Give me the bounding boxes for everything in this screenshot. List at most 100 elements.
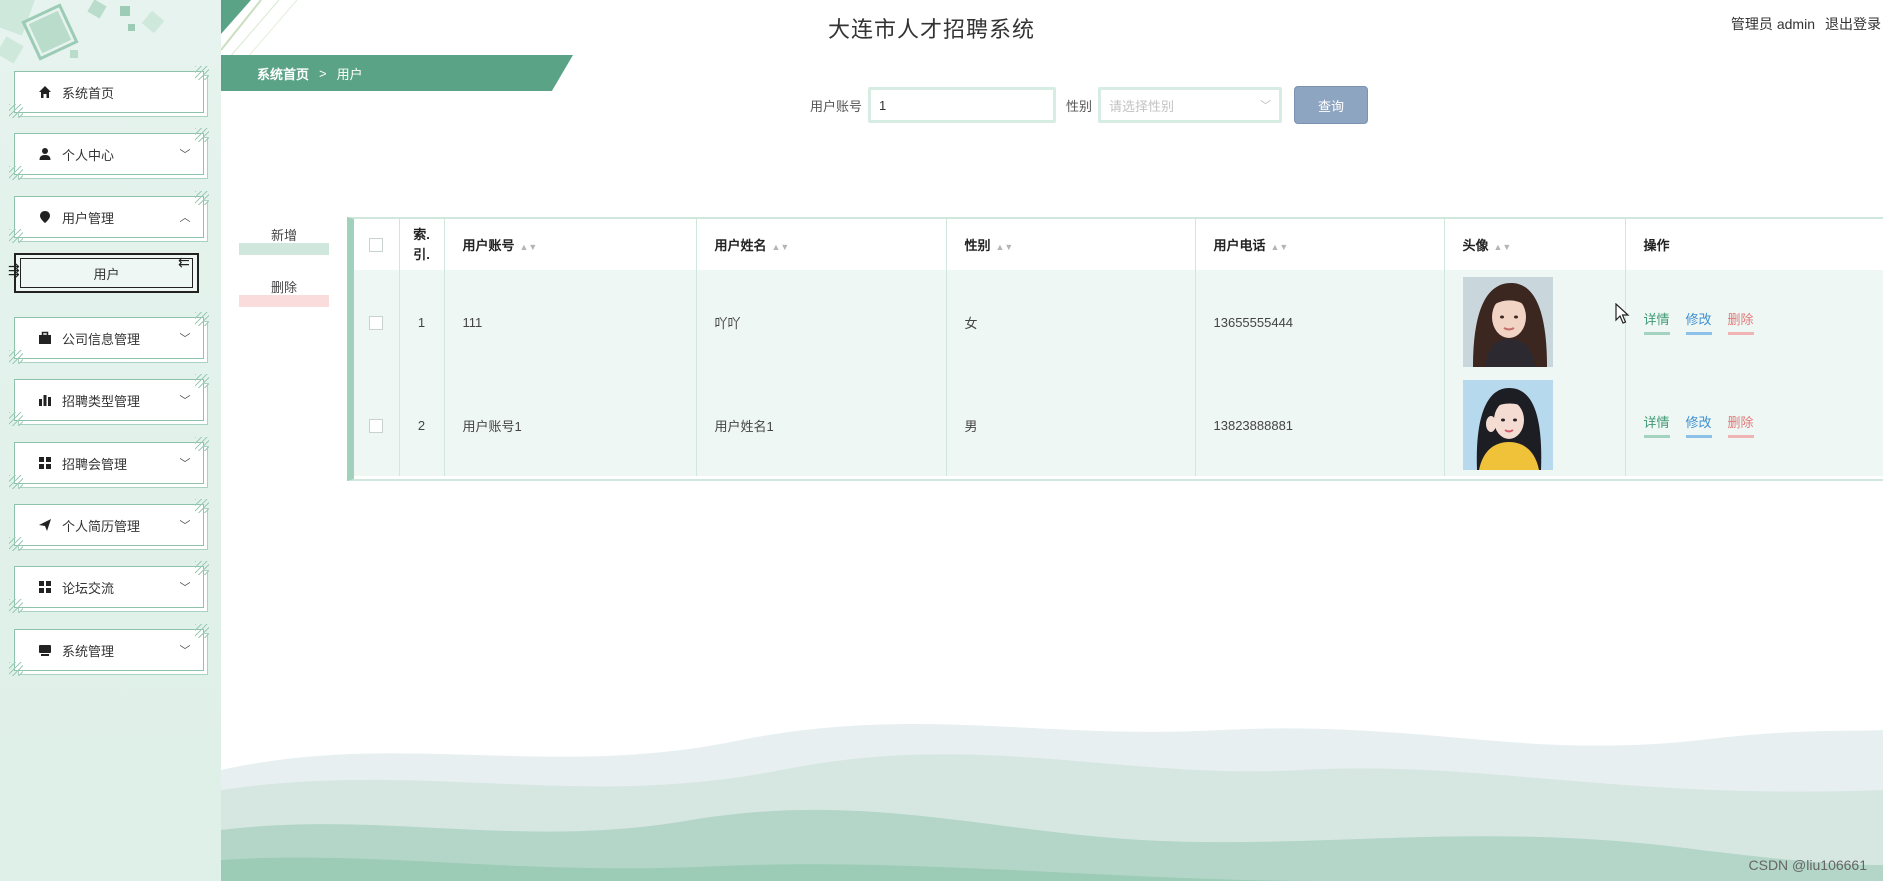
menu-corner-decor: [195, 561, 209, 575]
sidebar-item-company-info[interactable]: 公司信息管理 ﹀: [9, 312, 209, 364]
sidebar-item-label: 公司信息管理: [62, 331, 141, 347]
chevron-down-icon: ﹀: [179, 645, 191, 657]
breadcrumb-home[interactable]: 系统首页: [257, 64, 309, 83]
sort-icon[interactable]: ▲▼: [520, 242, 538, 252]
select-all-checkbox[interactable]: [369, 238, 384, 253]
monitor-icon: [37, 642, 53, 658]
header-label: 操作: [1643, 238, 1670, 253]
sidebar-item-user-management[interactable]: 用户管理 ︿: [9, 191, 209, 243]
sort-icon[interactable]: ▲▼: [996, 242, 1014, 252]
chevron-down-icon: ﹀: [179, 520, 191, 532]
row-select-cell: [354, 374, 400, 476]
delete-button-bar: [239, 295, 329, 307]
sidebar-item-personal-center[interactable]: 个人中心 ﹀: [9, 128, 209, 180]
index-header: 索. 引.: [399, 219, 445, 270]
sidebar-item-label: 招聘会管理: [62, 456, 128, 472]
sidebar-item-system-management[interactable]: 系统管理 ﹀: [9, 624, 209, 676]
sidebar-item-recruit-type[interactable]: 招聘类型管理 ﹀: [9, 374, 209, 426]
index-cell: 2: [399, 374, 445, 476]
row-select-cell: [354, 270, 400, 374]
user-role: 管理员: [1730, 16, 1773, 32]
decorative-squares: [0, 0, 165, 64]
edit-button[interactable]: 修改: [1685, 309, 1712, 335]
arrow-decor-icon: ⇇: [178, 254, 190, 270]
phone-cell: 13655555444: [1195, 270, 1445, 374]
search-bar: 用户账号 性别 请选择性别 ﹀ 查询: [810, 86, 1369, 124]
chevron-down-icon: ﹀: [1260, 100, 1272, 112]
sidebar-item-label: 系统首页: [62, 85, 115, 101]
sidebar-item-label: 系统管理: [62, 643, 115, 659]
grid-icon: [37, 455, 53, 471]
edit-button[interactable]: 修改: [1685, 412, 1712, 438]
menu-corner-decor: [195, 624, 209, 638]
menu-corner-decor: [9, 537, 23, 551]
app-title-text: 大连市人才招聘系统: [827, 17, 1035, 42]
add-button[interactable]: 新增: [239, 225, 329, 255]
header-label: 用户电话: [1213, 238, 1266, 253]
phone-cell: 13823888881: [1195, 374, 1445, 476]
sidebar-item-job-fair[interactable]: 招聘会管理 ﹀: [9, 437, 209, 489]
sort-icon[interactable]: ▲▼: [1494, 242, 1512, 252]
delete-row-button[interactable]: 删除: [1727, 309, 1754, 335]
menu-corner-decor: [195, 66, 209, 80]
ops-cell: 详情 修改 删除: [1625, 374, 1883, 476]
add-button-label: 新增: [270, 228, 297, 243]
header-stripes-decor: [221, 0, 298, 58]
account-label: 用户账号: [810, 98, 863, 114]
menu-corner-decor: [195, 374, 209, 388]
menu-corner-decor: [9, 475, 23, 489]
detail-button[interactable]: 详情: [1643, 309, 1670, 335]
gender-select[interactable]: 请选择性别 ﹀: [1098, 87, 1283, 123]
gender-select-placeholder: 请选择性别: [1109, 98, 1175, 114]
name-header[interactable]: 用户姓名 ▲▼: [696, 219, 947, 270]
gender-header[interactable]: 性别 ▲▼: [946, 219, 1196, 270]
sidebar: 系统首页 个人中心 ﹀ 用户管理 ︿ 用户 ⇶ ⇇ 公司信息管理 ﹀ 招聘类型管…: [0, 0, 221, 881]
sidebar-item-label: 个人中心: [62, 147, 115, 163]
account-header[interactable]: 用户账号 ▲▼: [444, 219, 697, 270]
chevron-up-icon: ︿: [179, 212, 191, 224]
account-input[interactable]: [868, 87, 1057, 123]
chevron-down-icon: ﹀: [179, 582, 191, 594]
sidebar-item-label: 用户管理: [62, 210, 115, 226]
avatar-image: [1462, 277, 1553, 367]
row-checkbox[interactable]: [369, 418, 384, 433]
menu-corner-decor: [195, 191, 209, 205]
table-header-row: 索. 引. 用户账号 ▲▼ 用户姓名 ▲▼ 性别 ▲▼ 用户电话 ▲▼ 头像 ▲▼ 操作: [354, 219, 1883, 270]
user-info: 管理员 admin 退出登录: [1731, 14, 1883, 34]
sidebar-subitem-users[interactable]: 用户: [14, 253, 199, 293]
query-button[interactable]: 查询: [1294, 86, 1369, 124]
account-cell: 111: [444, 270, 697, 374]
sidebar-item-label: 论坛交流: [62, 580, 115, 596]
row-checkbox[interactable]: [369, 315, 384, 330]
header-label: 用户姓名: [714, 238, 767, 253]
breadcrumb-stripes-decor: [390, 55, 565, 91]
logout-link[interactable]: 退出登录: [1825, 16, 1881, 32]
phone-header[interactable]: 用户电话 ▲▼: [1195, 219, 1445, 270]
sidebar-item-resume[interactable]: 个人简历管理 ﹀: [9, 499, 209, 551]
header-label: 性别: [964, 238, 991, 253]
sidebar-item-home[interactable]: 系统首页: [9, 66, 209, 118]
header-label: 头像: [1462, 238, 1489, 253]
detail-button[interactable]: 详情: [1643, 412, 1670, 438]
avatar-header[interactable]: 头像 ▲▼: [1444, 219, 1626, 270]
person-icon: [37, 146, 53, 162]
map-pin-icon: [37, 209, 53, 225]
sort-icon[interactable]: ▲▼: [1271, 242, 1289, 252]
index-cell: 1: [399, 270, 445, 374]
chevron-down-icon: ﹀: [179, 333, 191, 345]
mouse-cursor-icon: [1615, 303, 1630, 324]
table-row: 2 用户账号1 用户姓名1 男 13823888881 详情 修改 删除: [354, 374, 1883, 476]
name-cell: 用户姓名1: [696, 374, 947, 476]
avatar-cell: [1444, 374, 1626, 476]
delete-button[interactable]: 删除: [239, 277, 329, 307]
menu-corner-decor: [195, 499, 209, 513]
bar-chart-icon: [37, 392, 53, 408]
sidebar-item-forum[interactable]: 论坛交流 ﹀: [9, 561, 209, 613]
user-table: 索. 引. 用户账号 ▲▼ 用户姓名 ▲▼ 性别 ▲▼ 用户电话 ▲▼ 头像 ▲▼ 操作 1…: [347, 217, 1883, 481]
arrow-decor-icon: ⇶: [8, 262, 20, 278]
delete-row-button[interactable]: 删除: [1727, 412, 1754, 438]
breadcrumb-current: 用户: [336, 66, 363, 82]
index-header-line: 索.: [413, 226, 430, 242]
sort-icon[interactable]: ▲▼: [772, 242, 790, 252]
index-header-line: 引.: [413, 246, 430, 262]
